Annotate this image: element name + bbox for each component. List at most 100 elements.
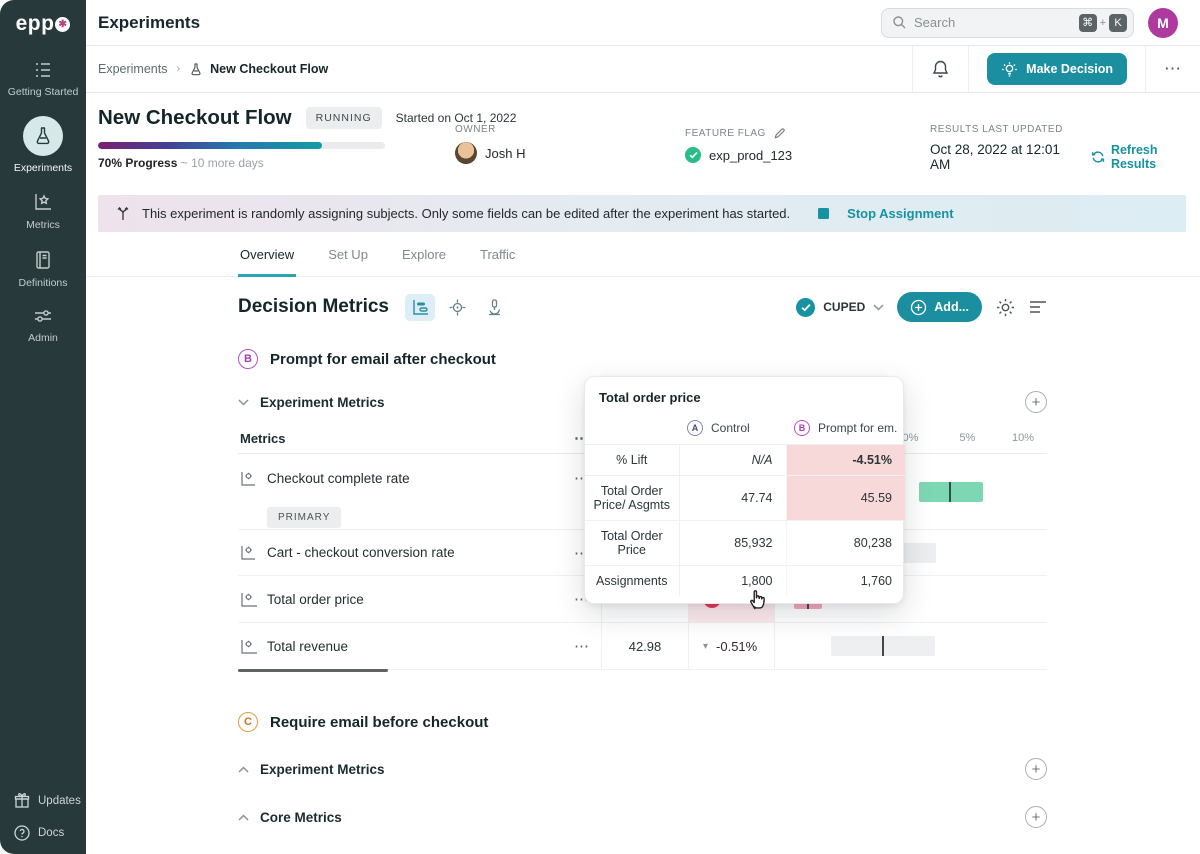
- sidebar-item-definitions[interactable]: Definitions: [0, 249, 86, 290]
- eppo-logo[interactable]: epp ✱: [16, 12, 71, 36]
- settings-gear-icon[interactable]: [995, 297, 1016, 318]
- crosshair-view-icon[interactable]: [442, 294, 472, 321]
- variant-a-badge: A: [687, 420, 703, 436]
- app-window: epp ✱ Getting Started Experiments Metric…: [0, 0, 1200, 854]
- metric-chart-gear-icon: [240, 470, 257, 487]
- microscope-view-icon[interactable]: [479, 294, 509, 321]
- tab-explore[interactable]: Explore: [400, 241, 448, 276]
- sidebar-item-label: Admin: [28, 332, 58, 345]
- cuped-label: CUPED: [823, 300, 866, 314]
- metric-chart-gear-icon: [240, 544, 257, 561]
- owner-block: OWNER Josh H: [455, 124, 525, 164]
- add-metric-label: Add...: [934, 300, 969, 314]
- tooltip-control-column: A Control: [687, 420, 778, 436]
- metric-chart-gear-icon: [240, 638, 257, 655]
- user-avatar[interactable]: M: [1148, 7, 1178, 38]
- lift-cell[interactable]: ▾ -0.51%: [688, 623, 774, 669]
- breadcrumb-parent[interactable]: Experiments: [98, 62, 167, 76]
- sidebar-item-metrics[interactable]: Metrics: [0, 191, 86, 232]
- stop-square-icon: [818, 208, 830, 219]
- primary-badge: PRIMARY: [267, 507, 342, 528]
- question-circle-icon: [13, 824, 31, 842]
- chevron-up-icon[interactable]: [238, 813, 249, 821]
- sidebar-item-getting-started[interactable]: Getting Started: [0, 60, 86, 99]
- stop-assignment-button[interactable]: Stop Assignment: [847, 206, 953, 221]
- filter-icon[interactable]: [1029, 300, 1047, 314]
- group-label[interactable]: Experiment Metrics: [260, 762, 385, 777]
- variant-b-heading: B Prompt for email after checkout: [238, 349, 1047, 369]
- more-menu-icon[interactable]: ⋯: [1164, 59, 1182, 79]
- start-date: Started on Oct 1, 2022: [395, 111, 517, 125]
- search-input[interactable]: [914, 15, 1079, 30]
- logo-text: epp: [15, 12, 55, 35]
- group-label[interactable]: Core Metrics: [260, 810, 342, 825]
- results-updated-time: Oct 28, 2022 at 12:01 AM: [930, 142, 1060, 172]
- breadcrumb-current-label: New Checkout Flow: [210, 62, 329, 76]
- sidebar-item-admin[interactable]: Admin: [0, 306, 86, 345]
- flask-icon: [189, 62, 203, 77]
- metric-name[interactable]: Total order price: [267, 592, 364, 607]
- add-metric-to-group-button[interactable]: +: [1025, 758, 1047, 780]
- lift-chart-cell: [774, 623, 1047, 669]
- sidebar-item-label: Definitions: [18, 276, 68, 289]
- chevron-down-icon[interactable]: [238, 398, 249, 406]
- plus-circle-icon: [910, 299, 927, 316]
- banner-message: This experiment is randomly assigning su…: [142, 206, 791, 221]
- table-row: Total revenue ⋯ 42.98 ▾ -0.51%: [238, 623, 1047, 670]
- add-metric-to-group-button[interactable]: +: [1025, 391, 1047, 413]
- metric-name[interactable]: Total revenue: [267, 639, 348, 654]
- owner-label: OWNER: [455, 124, 496, 135]
- progress-bar: [98, 142, 385, 149]
- add-metric-to-group-button[interactable]: +: [1025, 806, 1047, 828]
- tooltip-row-total-price: Total Order Price 85,932 80,238: [585, 520, 905, 566]
- book-icon: [32, 249, 54, 271]
- sidebar-item-updates[interactable]: Updates: [13, 792, 86, 810]
- sidebar-item-experiments[interactable]: Experiments: [0, 115, 86, 175]
- notifications-bell-icon[interactable]: [931, 59, 950, 79]
- group-label[interactable]: Experiment Metrics: [260, 395, 385, 410]
- decision-bulb-icon: [1001, 61, 1018, 78]
- tab-bar: Overview Set Up Explore Traffic: [86, 241, 1200, 277]
- randomization-split-icon: [114, 204, 132, 223]
- refresh-results-button[interactable]: Refresh Results: [1091, 143, 1200, 171]
- horizontal-scrollbar-thumb[interactable]: [238, 669, 388, 672]
- breadcrumb: Experiments › New Checkout Flow: [86, 46, 328, 92]
- sidebar-item-label: Getting Started: [7, 86, 79, 98]
- tab-overview[interactable]: Overview: [238, 241, 297, 277]
- feature-flag-value[interactable]: exp_prod_123: [709, 148, 792, 163]
- sidebar-item-docs[interactable]: Docs: [13, 824, 86, 842]
- metric-chart-gear-icon: [240, 591, 257, 608]
- tab-set-up[interactable]: Set Up: [326, 241, 370, 276]
- row-menu-icon[interactable]: ⋯: [574, 637, 601, 655]
- experiment-header: New Checkout Flow RUNNING Started on Oct…: [86, 93, 1200, 183]
- star-chart-icon: [32, 191, 54, 213]
- make-decision-label: Make Decision: [1026, 62, 1113, 76]
- top-bar: Experiments ⌘ + K M: [86, 0, 1200, 46]
- tooltip-title: Total order price: [599, 390, 701, 405]
- pencil-icon[interactable]: [773, 127, 786, 140]
- sidebar-footer-label: Docs: [38, 827, 65, 839]
- confidence-interval-bar: [831, 636, 935, 656]
- tab-traffic[interactable]: Traffic: [478, 241, 517, 276]
- sliders-icon: [32, 306, 54, 326]
- cursor-pointer-icon: [745, 585, 771, 613]
- variant-b-badge: B: [794, 420, 810, 436]
- chevron-up-icon[interactable]: [238, 765, 249, 773]
- make-decision-button[interactable]: Make Decision: [987, 53, 1127, 85]
- add-metric-button[interactable]: Add...: [897, 292, 982, 322]
- metric-name[interactable]: Checkout complete rate: [267, 471, 410, 486]
- list-icon: [32, 60, 54, 80]
- experiment-title: New Checkout Flow: [98, 106, 292, 129]
- cuped-toggle[interactable]: CUPED: [796, 297, 884, 317]
- sidebar-item-label: Metrics: [26, 219, 60, 232]
- metric-name[interactable]: Cart - checkout conversion rate: [267, 545, 455, 560]
- forest-plot-view-icon[interactable]: [405, 293, 435, 321]
- axis-tick: 5%: [959, 432, 976, 444]
- chevron-down-icon: [873, 303, 884, 311]
- breadcrumb-bar: Experiments › New Checkout Flow Make Dec…: [86, 46, 1200, 93]
- flask-icon: [23, 115, 63, 156]
- search-bar[interactable]: ⌘ + K: [881, 7, 1134, 38]
- decision-metrics-title: Decision Metrics: [238, 296, 389, 317]
- variant-c-heading: C Require email before checkout: [238, 712, 1047, 732]
- breadcrumb-current: New Checkout Flow: [189, 62, 328, 77]
